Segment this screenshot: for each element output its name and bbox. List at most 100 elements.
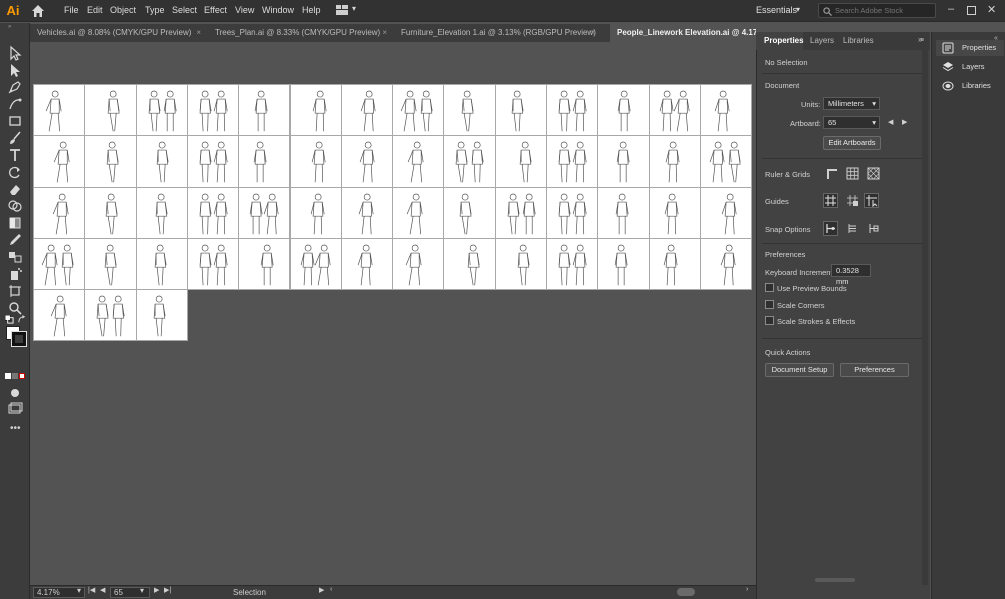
artboard[interactable]	[84, 237, 137, 291]
artboard[interactable]	[289, 135, 342, 188]
collapse-toolbar-icon[interactable]: »	[8, 24, 11, 30]
artboard[interactable]	[186, 237, 240, 291]
swap-colors-icon[interactable]	[17, 315, 26, 324]
status-menu-icon[interactable]: ▶	[319, 586, 324, 594]
artboard[interactable]	[33, 289, 86, 342]
eraser-tool-icon[interactable]	[7, 181, 23, 197]
artboard[interactable]	[392, 84, 445, 137]
maximize-icon[interactable]	[967, 6, 976, 15]
close-window-icon[interactable]: ✕	[987, 3, 996, 16]
artboard[interactable]	[699, 186, 753, 239]
screen-mode-icon[interactable]	[7, 401, 23, 417]
artboard[interactable]	[33, 237, 86, 291]
menu-item-window[interactable]: Window	[262, 5, 294, 15]
artboard[interactable]	[238, 186, 291, 239]
artboard[interactable]	[597, 237, 650, 291]
menu-item-help[interactable]: Help	[302, 5, 321, 15]
artboard[interactable]	[648, 186, 701, 239]
preferences-button[interactable]: Preferences	[840, 363, 909, 377]
artboard[interactable]	[340, 84, 394, 137]
color-mode-icon[interactable]	[5, 373, 11, 379]
none-mode-icon[interactable]	[19, 373, 25, 379]
symbol-sprayer-tool-icon[interactable]	[7, 266, 23, 282]
scroll-right-icon[interactable]: ›	[746, 586, 748, 593]
search-input[interactable]	[835, 5, 933, 16]
eyedropper-tool-icon[interactable]	[7, 232, 23, 248]
arrange-documents-icon[interactable]	[336, 5, 348, 15]
edit-toolbar-icon[interactable]: •••	[10, 423, 21, 434]
panel-resize-handle[interactable]	[815, 578, 855, 582]
artboard[interactable]	[546, 135, 599, 188]
artboard[interactable]	[699, 135, 753, 188]
transparency-grid-icon[interactable]	[867, 167, 880, 180]
artboard-tool-icon[interactable]	[7, 283, 23, 299]
dock-item-properties[interactable]: Properties	[936, 40, 1004, 56]
curvature-tool-icon[interactable]	[7, 96, 23, 112]
gradient-tool-icon[interactable]	[7, 215, 23, 231]
artboard[interactable]	[135, 84, 188, 137]
artboard[interactable]	[597, 84, 650, 137]
artboard[interactable]	[135, 237, 188, 291]
artboard[interactable]	[699, 84, 753, 137]
artboard[interactable]	[33, 84, 86, 137]
rectangle-tool-icon[interactable]	[7, 113, 23, 129]
grid-icon[interactable]	[846, 167, 859, 180]
close-tab-icon[interactable]: ×	[382, 24, 387, 42]
next-artboard-icon[interactable]: ▶	[154, 586, 159, 594]
artboard[interactable]	[238, 84, 291, 137]
first-artboard-icon[interactable]: |◀	[88, 586, 95, 594]
artboard[interactable]	[443, 237, 496, 291]
smart-guides-toggle[interactable]	[864, 193, 879, 208]
artboard[interactable]	[186, 84, 240, 137]
artboard[interactable]	[289, 186, 342, 239]
direct-selection-tool-icon[interactable]	[7, 62, 23, 78]
stock-search-field[interactable]	[818, 3, 936, 18]
artboard[interactable]	[443, 186, 496, 239]
artboard[interactable]	[546, 84, 599, 137]
artboard-grid[interactable]	[33, 84, 753, 495]
artboard[interactable]	[340, 135, 394, 188]
chevron-down-icon[interactable]: ▾	[352, 4, 356, 13]
artboard[interactable]	[597, 135, 650, 188]
snap-to-glyph-icon[interactable]	[867, 222, 880, 235]
close-tab-icon[interactable]: ×	[196, 24, 201, 42]
paintbrush-tool-icon[interactable]	[7, 130, 23, 146]
artboard[interactable]	[135, 289, 188, 342]
tab-properties[interactable]: Properties	[756, 32, 804, 50]
artboard[interactable]	[340, 186, 394, 239]
home-icon[interactable]	[30, 3, 46, 19]
rotate-tool-icon[interactable]	[7, 164, 23, 180]
menu-item-file[interactable]: File	[64, 5, 79, 15]
stroke-color-swatch[interactable]	[11, 331, 27, 347]
menu-item-effect[interactable]: Effect	[204, 5, 227, 15]
artboard[interactable]	[84, 289, 137, 342]
default-colors-icon[interactable]	[5, 315, 14, 324]
show-guides-toggle[interactable]	[823, 193, 838, 208]
units-select[interactable]: Millimeters ▾	[823, 97, 880, 110]
snap-to-pixel-icon[interactable]	[846, 222, 859, 235]
artboard[interactable]	[648, 84, 701, 137]
artboard[interactable]	[289, 237, 342, 291]
pen-tool-icon[interactable]	[7, 79, 23, 95]
document-tab[interactable]: Vehicles.ai @ 8.08% (CMYK/GPU Preview) ×	[30, 24, 205, 42]
previous-artboard-icon[interactable]: ◀	[100, 586, 105, 594]
collapse-panel-icon[interactable]: »	[918, 35, 922, 44]
scale-corners-checkbox[interactable]	[765, 300, 774, 309]
chevron-down-icon[interactable]: ▾	[140, 586, 144, 595]
rulers-icon[interactable]	[825, 167, 838, 180]
artboard[interactable]	[186, 135, 240, 188]
tab-libraries[interactable]: Libraries	[843, 32, 883, 50]
artboard[interactable]	[494, 237, 547, 291]
scroll-left-icon[interactable]: ‹	[330, 586, 332, 593]
close-tab-icon[interactable]: ×	[590, 24, 595, 42]
artboard[interactable]	[238, 135, 291, 188]
artboard[interactable]	[443, 135, 496, 188]
keyboard-increment-input[interactable]: 0.3528 mm	[831, 264, 871, 286]
artboard[interactable]	[289, 84, 342, 137]
blend-tool-icon[interactable]	[7, 249, 23, 265]
artboard[interactable]	[494, 84, 547, 137]
artboard[interactable]	[33, 186, 86, 239]
artboard[interactable]	[443, 84, 496, 137]
menu-item-select[interactable]: Select	[172, 5, 197, 15]
artboard[interactable]	[546, 186, 599, 239]
